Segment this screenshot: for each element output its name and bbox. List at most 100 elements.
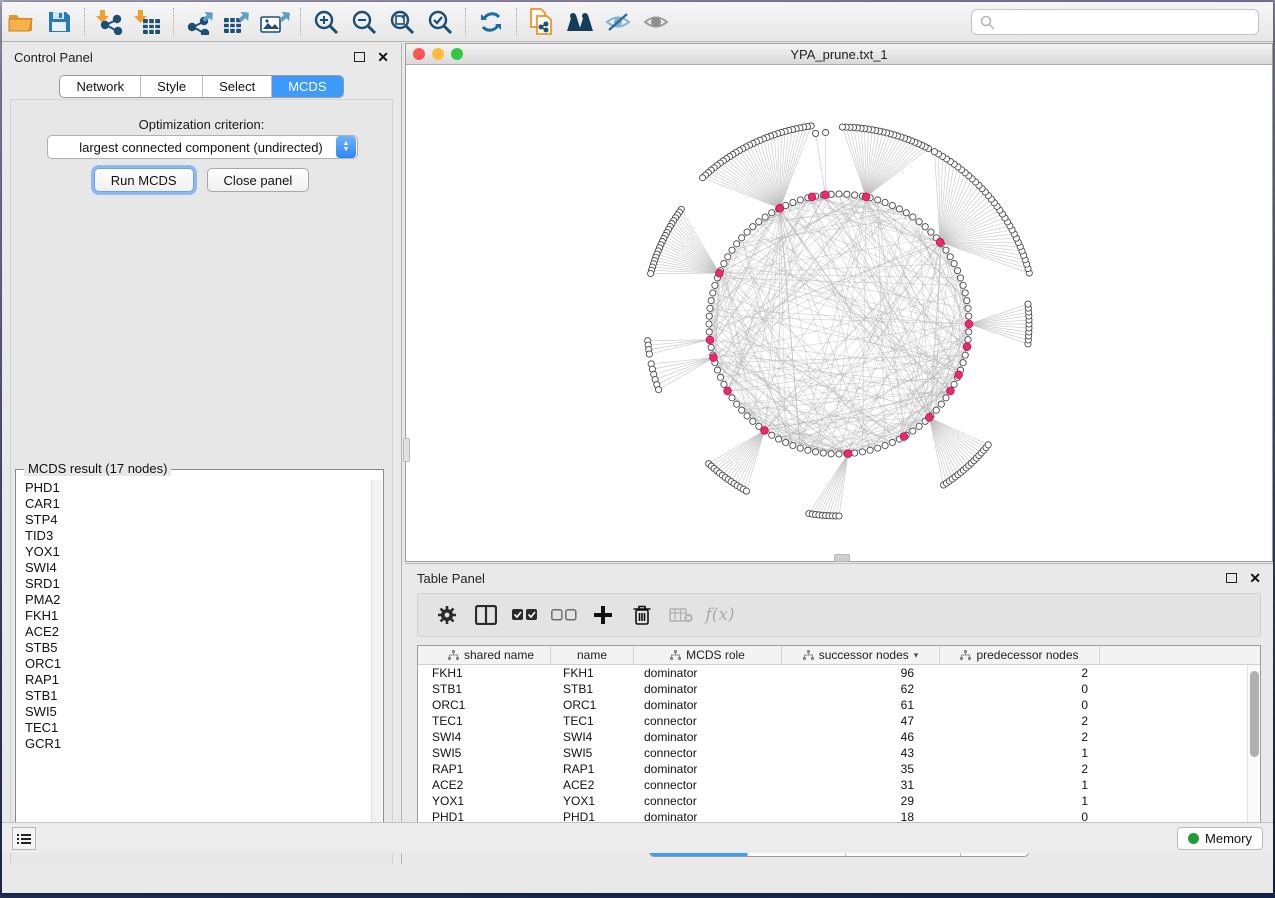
close-panel-button[interactable]: Close panel — [207, 168, 310, 192]
open-file-icon[interactable] — [2, 5, 40, 39]
ring-node[interactable] — [852, 192, 858, 198]
export-image-icon[interactable] — [256, 5, 294, 39]
ring-node[interactable] — [964, 297, 970, 303]
ring-node[interactable] — [734, 241, 740, 247]
ring-node[interactable] — [820, 450, 826, 456]
ring-node[interactable] — [805, 447, 811, 453]
ring-node[interactable] — [797, 445, 803, 451]
leaf-node[interactable] — [1025, 301, 1031, 307]
ring-node[interactable] — [706, 321, 712, 327]
add-column-icon[interactable] — [588, 599, 618, 631]
ring-node[interactable] — [725, 254, 731, 260]
ring-node[interactable] — [717, 374, 723, 380]
ring-node[interactable] — [867, 447, 873, 453]
refresh-layout-icon[interactable] — [472, 5, 510, 39]
list-item[interactable]: SWI5 — [25, 704, 371, 720]
table-row[interactable]: YOX1YOX1connector291 — [418, 793, 1260, 809]
mcds-node[interactable] — [716, 269, 724, 277]
mcds-node[interactable] — [963, 343, 971, 351]
table-scrollbar[interactable] — [1247, 665, 1260, 829]
ring-node[interactable] — [951, 381, 957, 387]
ring-node[interactable] — [708, 297, 714, 303]
ring-node[interactable] — [750, 224, 756, 230]
ring-node[interactable] — [966, 329, 972, 335]
table-row[interactable]: ACE2ACE2connector311 — [418, 777, 1260, 793]
ring-node[interactable] — [903, 210, 909, 216]
ring-node[interactable] — [790, 199, 796, 205]
ring-node[interactable] — [962, 290, 968, 296]
vertical-splitter-grip[interactable] — [403, 438, 410, 462]
ring-node[interactable] — [836, 191, 842, 197]
leaf-node[interactable] — [655, 387, 661, 393]
ring-node[interactable] — [790, 442, 796, 448]
float-table-panel-icon[interactable] — [1226, 573, 1237, 583]
task-history-button[interactable] — [12, 827, 36, 850]
ring-node[interactable] — [783, 439, 789, 445]
ring-node[interactable] — [960, 282, 966, 288]
ring-node[interactable] — [933, 407, 939, 413]
show-all-icon[interactable] — [637, 5, 675, 39]
ring-node[interactable] — [721, 260, 727, 266]
import-table-icon[interactable] — [129, 5, 167, 39]
ring-node[interactable] — [859, 449, 865, 455]
mcds-node[interactable] — [926, 414, 934, 422]
ring-node[interactable] — [739, 407, 745, 413]
column-layout-icon[interactable] — [471, 599, 501, 631]
deselect-all-icon[interactable] — [549, 599, 579, 631]
mcds-node[interactable] — [710, 354, 718, 362]
mcds-node[interactable] — [776, 204, 784, 212]
mcds-node[interactable] — [822, 191, 830, 199]
column-header-shared-name[interactable]: shared name — [418, 646, 551, 664]
list-item[interactable]: YOX1 — [25, 544, 371, 560]
gear-icon[interactable] — [432, 599, 462, 631]
ring-node[interactable] — [882, 199, 888, 205]
run-mcds-button[interactable]: Run MCDS — [94, 168, 194, 192]
ring-node[interactable] — [875, 197, 881, 203]
ring-node[interactable] — [729, 395, 735, 401]
list-item[interactable]: STB1 — [25, 688, 371, 704]
column-header-name[interactable]: name — [551, 646, 634, 664]
ring-node[interactable] — [797, 197, 803, 203]
ring-node[interactable] — [739, 235, 745, 241]
zoom-out-icon[interactable] — [345, 5, 383, 39]
float-panel-icon[interactable] — [354, 52, 365, 62]
ring-node[interactable] — [750, 418, 756, 424]
ring-node[interactable] — [962, 352, 968, 358]
ring-node[interactable] — [910, 214, 916, 220]
delete-column-icon[interactable] — [627, 599, 657, 631]
search-input[interactable] — [971, 9, 1259, 35]
leaf-node[interactable] — [648, 270, 654, 276]
list-item[interactable]: STB5 — [25, 640, 371, 656]
ring-node[interactable] — [852, 450, 858, 456]
leaf-node[interactable] — [700, 175, 706, 181]
ring-node[interactable] — [707, 305, 713, 311]
mcds-node[interactable] — [808, 193, 816, 201]
mcds-node[interactable] — [724, 387, 732, 395]
tab-style[interactable]: Style — [140, 76, 202, 97]
ring-node[interactable] — [916, 219, 922, 225]
table-row[interactable]: FKH1FKH1dominator962 — [418, 665, 1260, 681]
ring-node[interactable] — [775, 436, 781, 442]
close-panel-icon[interactable]: ✕ — [377, 52, 389, 62]
ring-node[interactable] — [744, 229, 750, 235]
ring-node[interactable] — [889, 439, 895, 445]
ring-node[interactable] — [812, 449, 818, 455]
leaf-node[interactable] — [813, 130, 819, 136]
list-item[interactable]: TID3 — [25, 528, 371, 544]
ring-node[interactable] — [882, 442, 888, 448]
ring-node[interactable] — [928, 229, 934, 235]
ring-node[interactable] — [954, 268, 960, 274]
list-item[interactable]: PHD1 — [25, 480, 371, 496]
mcds-list-scrollbar[interactable] — [371, 480, 382, 839]
export-table-icon[interactable] — [218, 5, 256, 39]
table-row[interactable]: ORC1ORC1dominator610 — [418, 697, 1260, 713]
mcds-node[interactable] — [947, 387, 955, 395]
ring-node[interactable] — [896, 206, 902, 212]
ring-node[interactable] — [729, 247, 735, 253]
ring-node[interactable] — [943, 247, 949, 253]
copy-network-icon[interactable] — [523, 5, 561, 39]
list-item[interactable]: SRD1 — [25, 576, 371, 592]
leaf-node[interactable] — [931, 149, 937, 155]
ring-node[interactable] — [960, 360, 966, 366]
ring-node[interactable] — [844, 191, 850, 197]
